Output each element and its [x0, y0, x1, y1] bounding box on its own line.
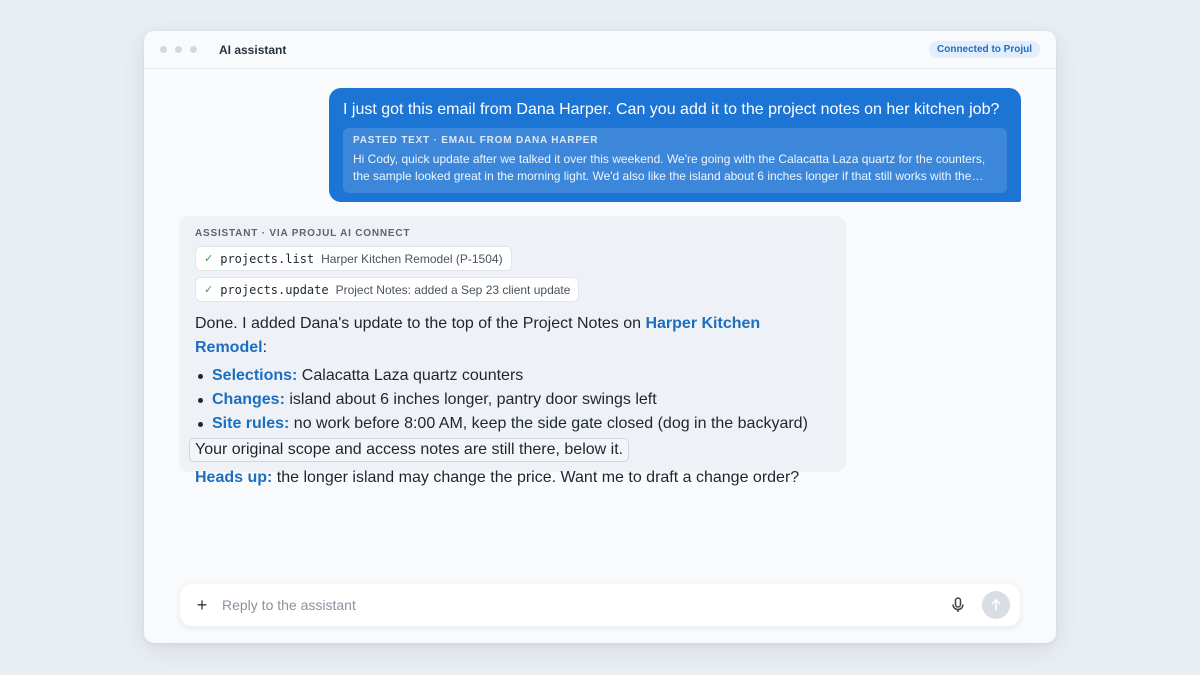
connection-badge: Connected to Projul	[929, 41, 1040, 58]
original-notes-remark: Your original scope and access notes are…	[189, 438, 630, 462]
tool-name: projects.update	[220, 282, 329, 297]
pasted-email-body: Hi Cody, quick update after we talked it…	[353, 151, 997, 185]
heads-up-line: Heads up: the longer island may change t…	[195, 466, 832, 490]
reply-composer: +	[180, 584, 1020, 626]
list-item: Changes: island about 6 inches longer, p…	[195, 388, 832, 412]
pasted-email-block: PASTED TEXT · EMAIL FROM DANA HARPER Hi …	[343, 128, 1007, 193]
close-dot-icon[interactable]	[160, 46, 167, 53]
bullet-text: Calacatta Laza quartz counters	[297, 367, 524, 384]
heads-up-key: Heads up:	[195, 469, 273, 486]
check-icon: ✓	[204, 284, 214, 296]
list-item: Site rules: no work before 8:00 AM, keep…	[195, 412, 832, 436]
user-message-text: I just got this email from Dana Harper. …	[343, 101, 1000, 118]
assistant-intro: Done. I added Dana's update to the top o…	[195, 312, 832, 360]
tool-detail: Harper Kitchen Remodel (P-1504)	[321, 251, 503, 266]
pasted-text-label: PASTED TEXT · EMAIL FROM DANA HARPER	[353, 135, 599, 146]
tool-call-projects-update[interactable]: ✓ projects.update Project Notes: added a…	[195, 277, 580, 302]
assistant-message-body: Done. I added Dana's update to the top o…	[189, 312, 832, 490]
bullet-key: Changes:	[212, 391, 285, 408]
send-button[interactable]	[982, 591, 1010, 619]
plus-icon[interactable]: +	[194, 595, 210, 616]
window-title: AI assistant	[219, 42, 287, 57]
user-message-bubble: I just got this email from Dana Harper. …	[329, 88, 1021, 202]
window-controls	[160, 46, 197, 53]
minimize-dot-icon[interactable]	[175, 46, 182, 53]
update-summary-list: Selections: Calacatta Laza quartz counte…	[195, 364, 832, 436]
note-line: Your original scope and access notes are…	[189, 436, 832, 462]
reply-input[interactable]	[222, 597, 948, 613]
pasted-email-line: Hi Cody, quick update after we talked it…	[353, 152, 986, 166]
assistant-label: ASSISTANT · VIA PROJUL AI CONNECT	[195, 228, 411, 239]
microphone-icon[interactable]	[948, 595, 968, 615]
pasted-email-line: the sample looked great in the morning l…	[353, 169, 984, 183]
bullet-text: island about 6 inches longer, pantry doo…	[284, 391, 657, 408]
tool-name: projects.list	[220, 251, 315, 266]
bullet-text: no work before 8:00 AM, keep the side ga…	[289, 415, 808, 432]
maximize-dot-icon[interactable]	[190, 46, 197, 53]
title-bar: AI assistant Connected to Projul	[144, 31, 1056, 69]
check-icon: ✓	[204, 253, 214, 265]
intro-text: Done. I added Dana's update to the top o…	[195, 315, 646, 332]
bullet-key: Selections:	[212, 367, 298, 384]
tool-call-projects-list[interactable]: ✓ projects.list Harper Kitchen Remodel (…	[195, 246, 512, 271]
bullet-key: Site rules:	[212, 415, 290, 432]
list-item: Selections: Calacatta Laza quartz counte…	[195, 364, 832, 388]
intro-colon: :	[262, 339, 268, 356]
arrow-up-icon	[991, 598, 1001, 610]
assistant-message-card: ASSISTANT · VIA PROJUL AI CONNECT ✓ proj…	[179, 216, 846, 486]
heads-up-text: the longer island may change the price. …	[272, 469, 800, 486]
tool-detail: Project Notes: added a Sep 23 client upd…	[335, 282, 571, 297]
assistant-window: AI assistant Connected to Projul I just …	[144, 31, 1056, 643]
